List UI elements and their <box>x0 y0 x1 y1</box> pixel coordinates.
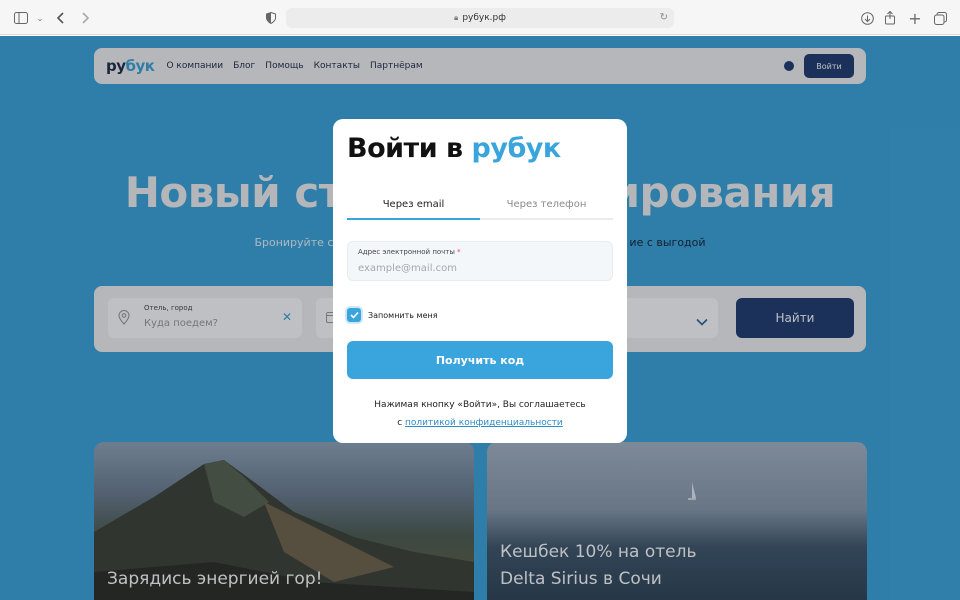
tab-overview-icon[interactable] <box>931 9 949 27</box>
email-field[interactable] <box>358 261 598 275</box>
active-tab-indicator <box>347 218 480 220</box>
address-bar[interactable]: 🔒︎ рубук.рф ↻ <box>286 8 674 28</box>
agreement-prefix: с <box>397 418 406 428</box>
agreement-line-2: с политикой конфиденциальности <box>333 414 627 432</box>
agreement-line-1: Нажимая кнопку «Войти», Вы соглашаетесь <box>374 400 586 410</box>
forward-icon[interactable] <box>76 9 94 27</box>
email-field-container: Адрес электронной почты * <box>347 241 613 281</box>
sidebar-toggle-icon[interactable] <box>12 9 30 27</box>
tab-phone[interactable]: Через телефон <box>480 199 613 210</box>
browser-toolbar: ⌄ 🔒︎ рубук.рф ↻ + <box>0 0 960 35</box>
download-icon[interactable] <box>858 9 876 27</box>
required-mark: * <box>457 248 461 256</box>
remember-me-checkbox[interactable] <box>347 308 361 322</box>
back-icon[interactable] <box>52 9 70 27</box>
login-method-tabs: Через email Через телефон <box>347 199 613 221</box>
share-icon[interactable] <box>881 9 899 27</box>
modal-title-prefix: Войти в <box>347 133 472 164</box>
tab-email[interactable]: Через email <box>347 199 480 210</box>
lock-icon: 🔒︎ <box>454 13 459 22</box>
get-code-button[interactable]: Получить код <box>347 341 613 379</box>
agreement-text: Нажимая кнопку «Войти», Вы соглашаетесь … <box>333 396 627 432</box>
modal-title: Войти в рубук <box>347 133 561 164</box>
checkmark-icon <box>349 311 359 319</box>
remember-me-row[interactable]: Запомнить меня <box>347 307 438 323</box>
new-tab-icon[interactable]: + <box>906 9 924 28</box>
modal-title-accent: рубук <box>471 133 562 164</box>
tab-underline <box>347 218 613 220</box>
email-label-text: Адрес электронной почты <box>358 248 455 256</box>
address-url: рубук.рф <box>462 13 506 23</box>
privacy-policy-link[interactable]: политикой конфиденциальности <box>405 418 563 428</box>
reload-icon[interactable]: ↻ <box>660 12 668 23</box>
email-field-label: Адрес электронной почты * <box>358 248 461 256</box>
remember-me-label: Запомнить меня <box>368 310 438 320</box>
login-modal: Войти в рубук Через email Через телефон … <box>333 119 627 443</box>
chevron-down-icon[interactable]: ⌄ <box>31 9 49 27</box>
privacy-shield-icon[interactable] <box>262 9 280 27</box>
